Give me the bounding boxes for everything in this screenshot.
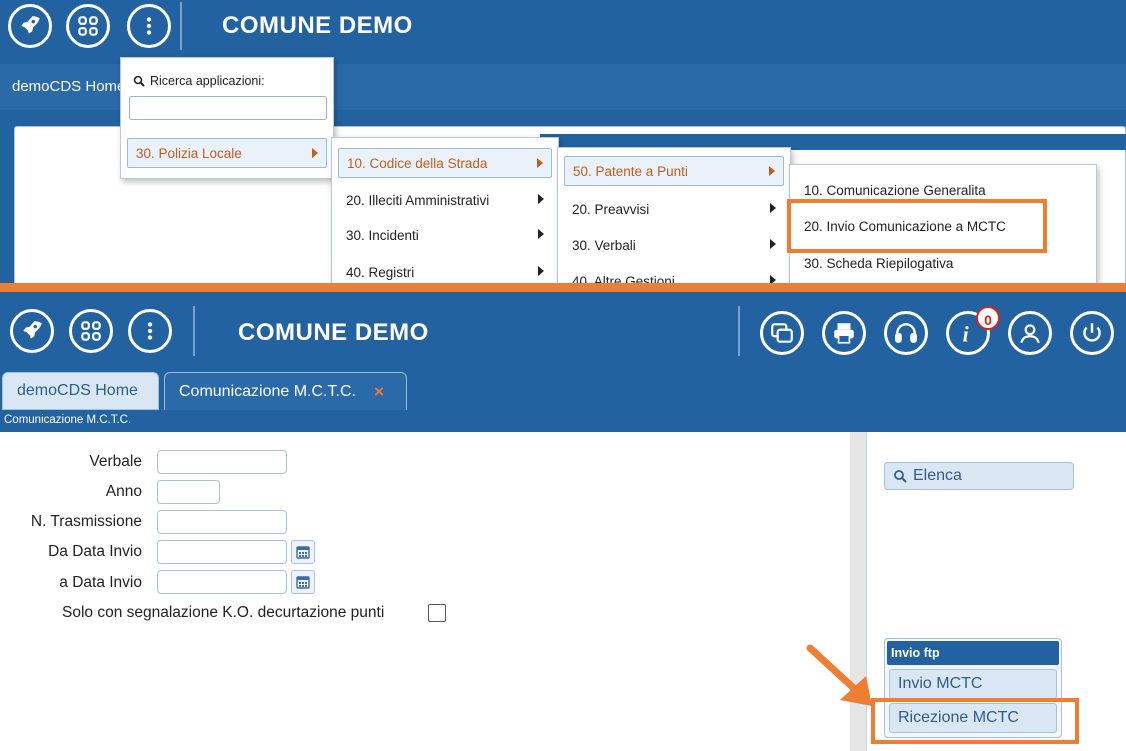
header-separator bbox=[193, 306, 195, 356]
menu-item-label: 20. Preavvisi bbox=[572, 201, 650, 217]
chevron-right-icon bbox=[770, 275, 776, 283]
menu-item-label: 10. Comunicazione Generalita bbox=[804, 182, 986, 198]
menu-item-registri[interactable]: 40. Registri bbox=[338, 257, 552, 283]
search-input[interactable] bbox=[129, 96, 327, 120]
label-a-data-invio: a Data Invio bbox=[59, 574, 142, 591]
top-screenshot-panel: COMUNE DEMO demoCDS Home Ricerca applica… bbox=[0, 0, 1126, 283]
chevron-right-icon bbox=[770, 239, 776, 249]
anno-input[interactable] bbox=[157, 480, 220, 504]
rocket-icon[interactable] bbox=[8, 4, 52, 48]
a-data-invio-input[interactable] bbox=[157, 570, 287, 594]
chevron-right-icon bbox=[537, 158, 543, 168]
elenca-button[interactable]: Elenca bbox=[884, 462, 1074, 490]
submenu-codice-strada: 50. Patente a Punti 20. Preavvisi 30. Ve… bbox=[557, 147, 791, 283]
menu-item-incidenti[interactable]: 30. Incidenti bbox=[338, 220, 552, 250]
n-trasmissione-input[interactable] bbox=[157, 510, 287, 534]
tab-home[interactable]: demoCDS Home bbox=[12, 78, 125, 95]
label-verbale: Verbale bbox=[89, 453, 142, 470]
menu-item-altre-gestioni[interactable]: 40. Altre Gestioni bbox=[564, 266, 784, 283]
calendar-icon[interactable] bbox=[291, 540, 315, 564]
user-icon[interactable] bbox=[1008, 311, 1052, 355]
search-label-row: Ricerca applicazioni: bbox=[133, 74, 265, 88]
menu-item-label: 40. Altre Gestioni bbox=[572, 273, 675, 284]
menu-item-label: 30. Incidenti bbox=[346, 227, 419, 243]
windows-icon[interactable] bbox=[760, 311, 804, 355]
tab-home[interactable]: demoCDS Home bbox=[2, 372, 159, 410]
search-icon bbox=[133, 75, 145, 87]
verbale-input[interactable] bbox=[157, 450, 287, 474]
da-data-invio-input[interactable] bbox=[157, 540, 287, 564]
menu-item-verbali[interactable]: 30. Verbali bbox=[564, 230, 784, 260]
power-icon[interactable] bbox=[1070, 311, 1114, 355]
apps-grid-icon[interactable] bbox=[66, 4, 110, 48]
label-solo-ko: Solo con segnalazione K.O. decurtazione … bbox=[62, 604, 385, 621]
menu-item-label: 30. Verbali bbox=[572, 237, 636, 253]
more-vertical-icon[interactable] bbox=[128, 309, 172, 353]
chevron-right-icon bbox=[538, 229, 544, 239]
label-anno: Anno bbox=[105, 483, 142, 500]
menu-item-illeciti[interactable]: 20. Illeciti Amministrativi bbox=[338, 185, 552, 215]
tab-bar: demoCDS Home Comunicazione M.C.T.C. × bbox=[0, 368, 1126, 410]
menu-item-label: 40. Registri bbox=[346, 264, 415, 280]
app-menu: Ricerca applicazioni: 30. Polizia Locale bbox=[120, 57, 334, 179]
print-icon[interactable] bbox=[822, 311, 866, 355]
header-separator-right bbox=[738, 306, 740, 356]
calendar-icon[interactable] bbox=[291, 570, 315, 594]
svg-text:i: i bbox=[963, 323, 969, 346]
chevron-right-icon bbox=[538, 194, 544, 204]
menu-item-patente-punti[interactable]: 50. Patente a Punti bbox=[564, 156, 784, 186]
menu-item-label: 50. Patente a Punti bbox=[573, 163, 688, 179]
menu-item-codice-strada[interactable]: 10. Codice della Strada bbox=[338, 148, 552, 178]
breadcrumb: Comunicazione M.C.T.C. bbox=[0, 410, 1126, 432]
apps-grid-icon[interactable] bbox=[69, 309, 113, 353]
menu-item-preavvisi[interactable]: 20. Preavvisi bbox=[564, 194, 784, 224]
app-title: COMUNE DEMO bbox=[222, 12, 413, 39]
ftp-group-header: Invio ftp bbox=[887, 641, 1059, 665]
menu-item-polizia-locale[interactable]: 30. Polizia Locale bbox=[127, 138, 327, 168]
chevron-right-icon bbox=[538, 266, 544, 276]
tab-comunicazione-mctc[interactable]: Comunicazione M.C.T.C. × bbox=[164, 372, 407, 410]
menu-item-label: 10. Codice della Strada bbox=[347, 155, 488, 171]
more-vertical-icon[interactable] bbox=[127, 4, 171, 48]
menu-item-label: 20. Illeciti Amministrativi bbox=[346, 192, 490, 208]
search-icon bbox=[894, 470, 907, 483]
highlight-ricezione-mctc bbox=[871, 698, 1079, 744]
submenu-polizia: 10. Codice della Strada 20. Illeciti Amm… bbox=[331, 137, 559, 283]
chevron-right-icon bbox=[770, 203, 776, 213]
chevron-right-icon bbox=[769, 166, 775, 176]
panel-divider bbox=[0, 283, 1126, 292]
menu-item-label: 30. Polizia Locale bbox=[136, 145, 242, 161]
highlight-invio-mctc bbox=[787, 199, 1047, 253]
search-label: Ricerca applicazioni: bbox=[150, 74, 265, 88]
tab-home-label: demoCDS Home bbox=[17, 382, 138, 399]
solo-ko-checkbox[interactable] bbox=[428, 604, 446, 622]
invio-mctc-button[interactable]: Invio MCTC bbox=[889, 669, 1057, 699]
headset-icon[interactable] bbox=[884, 311, 928, 355]
menu-item-label: 30. Scheda Riepilogativa bbox=[804, 255, 954, 271]
annotation-arrow bbox=[806, 644, 872, 706]
tab-current-label: Comunicazione M.C.T.C. bbox=[179, 382, 356, 400]
chevron-right-icon bbox=[312, 148, 318, 158]
header-separator bbox=[180, 2, 182, 50]
rocket-icon[interactable] bbox=[10, 309, 54, 353]
notification-badge: 0 bbox=[976, 306, 1000, 330]
main-header: COMUNE DEMO i 0 bbox=[0, 292, 1126, 368]
label-da-data-invio: Da Data Invio bbox=[48, 543, 142, 560]
close-icon[interactable]: × bbox=[374, 382, 384, 402]
elenca-label: Elenca bbox=[913, 467, 962, 484]
label-n-trasmissione: N. Trasmissione bbox=[30, 513, 142, 530]
app-title: COMUNE DEMO bbox=[238, 319, 429, 346]
bottom-screenshot-panel: COMUNE DEMO i 0 demoCDS Home Comunicazio… bbox=[0, 292, 1126, 751]
